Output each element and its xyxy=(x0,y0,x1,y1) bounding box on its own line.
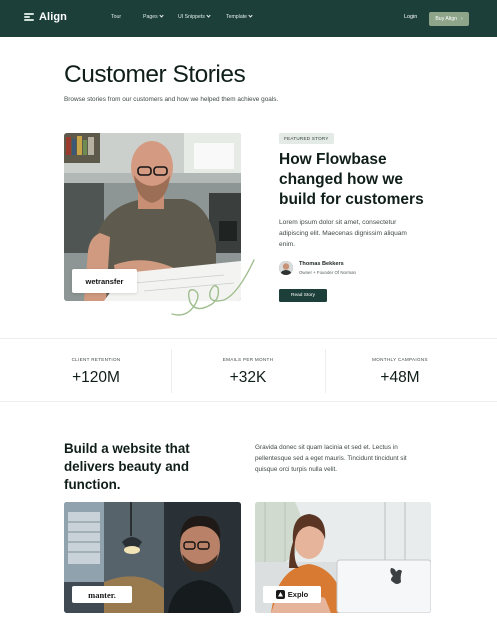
decorative-squiggle-icon xyxy=(171,259,255,316)
section-title: Build a website that delivers beauty and… xyxy=(64,441,190,492)
login-link[interactable]: Login xyxy=(404,14,417,20)
stat-label: CLIENT RETENTION xyxy=(71,357,121,362)
nav-link-template[interactable]: Template xyxy=(226,13,253,20)
brand-name: Align xyxy=(39,11,67,23)
explo-mark-icon xyxy=(275,590,285,599)
stat-label: MONTHLY CAMPAIGNS xyxy=(372,357,428,362)
stats-strip: CLIENT RETENTION +120M EMAILS PER MONTH … xyxy=(0,338,497,402)
buy-align-label: Buy Align xyxy=(435,16,457,22)
page-title: Customer Stories xyxy=(64,61,246,88)
avatar xyxy=(279,261,293,275)
author-block: Thomas Bekkers Owner + Founder Of Norman xyxy=(279,261,356,275)
stat-label: EMAILS PER MONTH xyxy=(222,357,274,362)
wetransfer-logo-card: wetransfer xyxy=(72,269,137,293)
stat-value: +120M xyxy=(72,369,120,386)
read-story-button[interactable]: Read Story xyxy=(279,289,327,302)
stat-monthly-campaigns: MONTHLY CAMPAIGNS +48M xyxy=(330,339,470,403)
chevron-down-icon xyxy=(159,13,164,18)
featured-story-body: Lorem ipsum dolor sit amet, consectetur … xyxy=(279,219,407,248)
stat-value: +32K xyxy=(229,369,267,386)
page-subtitle: Browse stories from our customers and ho… xyxy=(64,96,279,103)
author-role: Owner + Founder Of Norman xyxy=(299,270,356,275)
nav-link-tour[interactable]: Tour xyxy=(111,14,121,20)
explo-logo-label: Explo xyxy=(287,590,309,599)
story-card-manter[interactable]: manter. xyxy=(64,502,241,613)
nav-link-pages[interactable]: Pages xyxy=(143,13,164,20)
section-body: Gravida donec sit quam lacinia et sed et… xyxy=(255,444,407,473)
featured-story-title: How Flowbase changed how we build for cu… xyxy=(279,151,424,208)
stat-divider xyxy=(171,349,172,393)
brand-mark-icon xyxy=(24,11,34,23)
stat-divider xyxy=(325,349,326,393)
manter-logo: manter. xyxy=(72,586,132,603)
story-card-explo[interactable]: Explo xyxy=(255,502,431,613)
top-navbar: Align Tour Pages UI Snippets Template Lo… xyxy=(0,0,497,37)
chevron-down-icon xyxy=(206,13,211,18)
stat-emails-per-month: EMAILS PER MONTH +32K xyxy=(178,339,318,403)
featured-story-tag: FEATURED STORY xyxy=(279,133,334,144)
chevron-right-icon: › xyxy=(460,16,463,22)
stat-client-retention: CLIENT RETENTION +120M xyxy=(26,339,166,403)
buy-align-button[interactable]: Buy Align › xyxy=(429,12,469,26)
explo-logo: Explo xyxy=(263,586,321,603)
nav-link-ui-snippets[interactable]: UI Snippets xyxy=(178,13,211,20)
author-name: Thomas Bekkers xyxy=(299,261,344,267)
chevron-down-icon xyxy=(248,13,253,18)
stat-value: +48M xyxy=(380,369,420,386)
brand-logo[interactable]: Align xyxy=(24,11,67,23)
